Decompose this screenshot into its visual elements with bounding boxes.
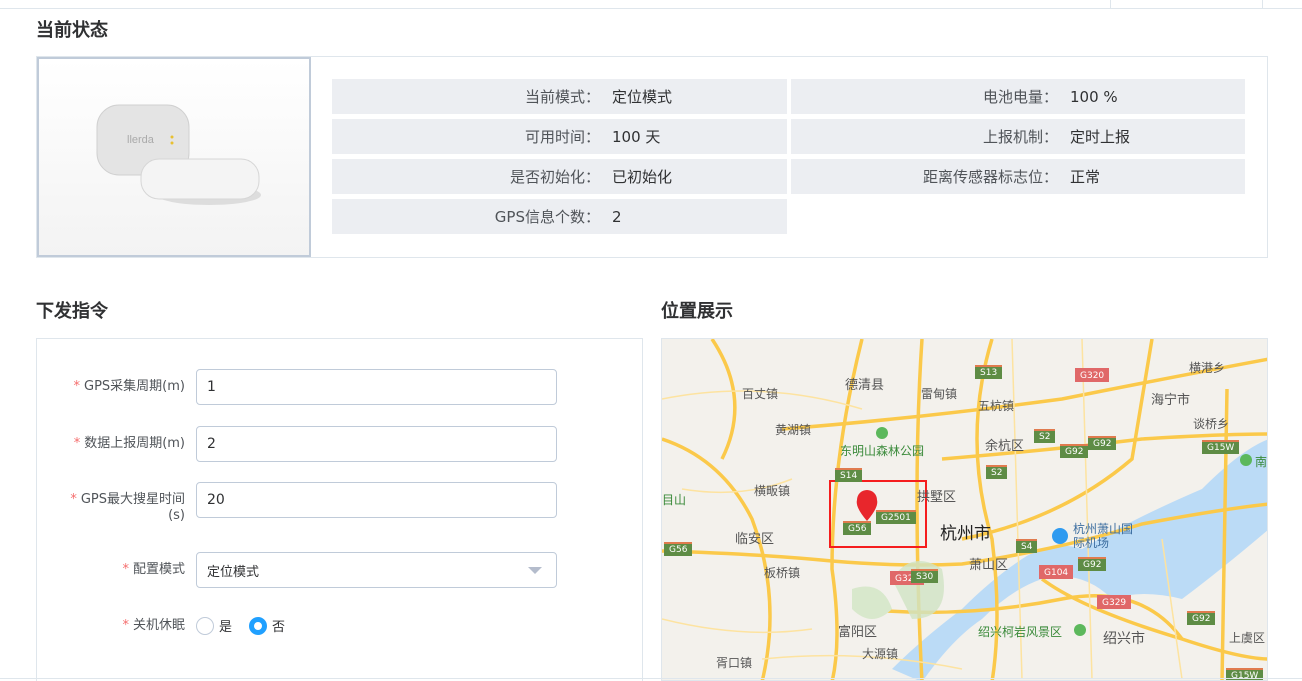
status-field: 可用时间： 100 天 — [332, 119, 787, 154]
status-field: 上报机制： 定时上报 — [791, 119, 1245, 154]
radio-no[interactable] — [249, 616, 268, 635]
gps-search-label: * GPS最大搜星时间(s) — [70, 492, 185, 523]
radio-yes[interactable] — [196, 616, 214, 635]
park-icon — [1240, 454, 1252, 466]
road-shield: G56 — [843, 521, 872, 535]
status-field-label: GPS信息个数： — [494, 208, 600, 226]
status-field-label: 距离传感器标志位： — [922, 168, 1058, 186]
divider — [1262, 0, 1263, 8]
status-field: 距离传感器标志位： 正常 — [791, 159, 1245, 194]
map-label: 余杭区 — [985, 439, 1025, 454]
road-shield: G92 — [1078, 557, 1107, 571]
divider — [1110, 0, 1111, 8]
gps-period-input[interactable]: 1 — [196, 369, 557, 405]
map-label: 杭州市 — [940, 524, 991, 544]
map[interactable]: 德清县 百丈镇 雷甸镇 黄湖镇 东明山森林公园 横畈镇 拱墅区 杭州市 临安区 … — [661, 338, 1268, 681]
map-label: 百丈镇 — [742, 387, 779, 401]
device-image: llerda — [37, 57, 311, 257]
map-label: 南 — [1255, 455, 1268, 469]
status-field: 是否初始化： 已初始化 — [332, 159, 787, 194]
status-field-label: 上报机制： — [982, 128, 1058, 146]
status-field: GPS信息个数： 2 — [332, 199, 787, 234]
map-label: 板桥镇 — [764, 566, 801, 580]
road-shield: S2 — [1034, 429, 1056, 443]
status-field: 电池电量： 100 % — [791, 79, 1245, 114]
road-shield: G2501 — [876, 510, 916, 524]
map-label: 黄湖镇 — [775, 423, 812, 437]
mode-label: * 配置模式 — [122, 562, 185, 577]
gps-period-label: * GPS采集周期(m) — [73, 379, 185, 394]
status-field-label: 电池电量： — [982, 88, 1058, 106]
road-shield: G320 — [1075, 368, 1110, 382]
road-shield: G92 — [1187, 611, 1216, 625]
report-period-input[interactable]: 2 — [196, 426, 557, 462]
road-shield: S2 — [986, 465, 1008, 479]
road-shield: G92 — [1060, 444, 1089, 458]
status-field-value: 已初始化 — [612, 168, 673, 186]
road-shield: G104 — [1039, 565, 1074, 579]
airport-icon — [1052, 528, 1068, 544]
location-pin-icon — [856, 490, 878, 521]
status-field-value: 正常 — [1070, 168, 1101, 186]
road-shield: S13 — [975, 365, 1003, 379]
status-field-value: 定时上报 — [1070, 128, 1131, 146]
road-shield: G56 — [664, 542, 693, 556]
map-label: 临安区 — [735, 532, 775, 547]
map-label: 德清县 — [845, 378, 885, 393]
park-icon — [1074, 624, 1086, 636]
map-label: 绍兴市 — [1103, 631, 1145, 647]
sleep-radio-group: 是 否 — [196, 616, 285, 635]
status-field-value: 100 % — [1070, 87, 1118, 106]
command-title: 下发指令 — [36, 301, 108, 322]
map-label: 东明山森林公园 — [840, 444, 925, 458]
top-bar — [0, 0, 1302, 9]
status-field-value: 2 — [612, 207, 622, 226]
road-shield: S30 — [911, 569, 939, 583]
status-field-label: 当前模式： — [524, 88, 600, 106]
report-period-label: * 数据上报周期(m) — [73, 436, 185, 451]
road-shield: S4 — [1016, 539, 1038, 553]
chevron-down-icon — [528, 567, 542, 574]
road-shield: G15W — [1226, 668, 1264, 680]
road-shield: G329 — [1097, 595, 1132, 609]
map-label: 拱墅区 — [917, 490, 957, 505]
map-label: 绍兴柯岩风景区 — [978, 625, 1063, 639]
map-label: 目山 — [662, 493, 687, 507]
status-field-label: 是否初始化： — [509, 168, 600, 186]
status-field: 当前模式： 定位模式 — [332, 79, 787, 114]
map-label: 杭州萧山国际机场 — [1073, 522, 1134, 550]
mode-select[interactable]: 定位模式 — [196, 552, 557, 588]
map-label: 萧山区 — [969, 558, 1009, 573]
road-shield: S14 — [835, 468, 863, 482]
device-logo: llerda — [127, 134, 155, 146]
map-label: 五杭镇 — [978, 399, 1015, 413]
location-title: 位置展示 — [661, 301, 733, 322]
map-label: 海宁市 — [1151, 393, 1191, 408]
road-shield: G92 — [1088, 436, 1117, 450]
gps-search-input[interactable]: 20 — [196, 482, 557, 518]
status-field-value: 100 天 — [612, 128, 661, 146]
map-label: 上虞区 — [1229, 631, 1266, 645]
status-field-value: 定位模式 — [612, 88, 673, 106]
map-label: 胥口镇 — [716, 656, 753, 670]
device-picture: llerda — [96, 104, 261, 205]
road-shield: G15W — [1202, 440, 1240, 454]
map-label: 横畈镇 — [754, 484, 791, 498]
map-label: 大源镇 — [862, 647, 899, 661]
divider — [0, 678, 1302, 679]
map-label: 富阳区 — [838, 625, 878, 640]
park-icon — [876, 427, 888, 439]
status-field-label: 可用时间： — [524, 128, 600, 146]
map-label: 谈桥乡 — [1193, 417, 1230, 431]
status-title: 当前状态 — [36, 20, 108, 41]
map-label: 雷甸镇 — [921, 387, 958, 401]
map-label: 横港乡 — [1189, 361, 1226, 375]
sleep-label: * 关机休眠 — [122, 618, 185, 633]
